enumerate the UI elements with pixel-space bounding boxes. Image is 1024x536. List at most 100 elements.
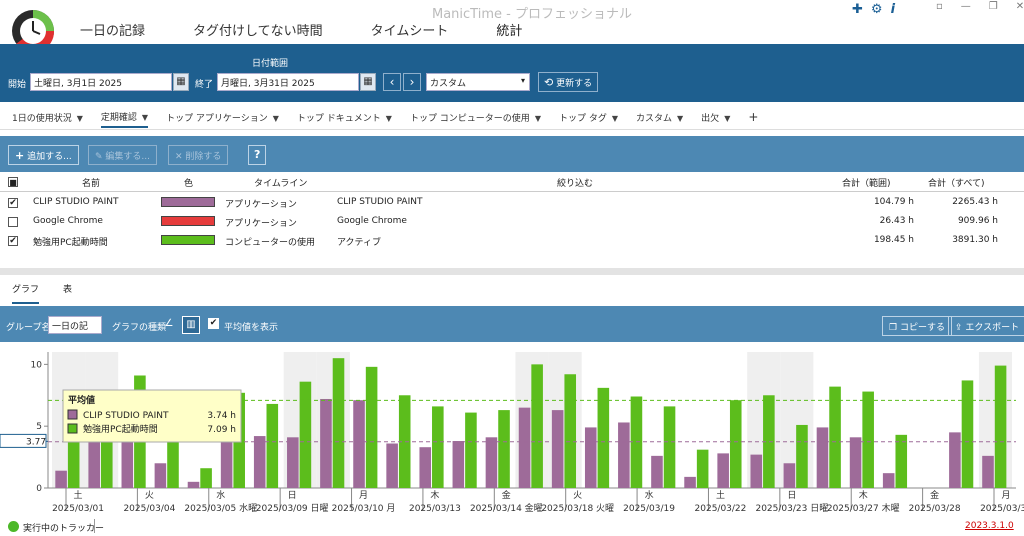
chevron-down-icon: ▼ xyxy=(76,113,83,123)
subtab-label: 定期確認 xyxy=(100,112,137,123)
chevron-down-icon: ▼ xyxy=(534,113,541,123)
line-chart-icon[interactable]: ∠ xyxy=(160,316,178,334)
subtab-periodic[interactable]: 定期確認 ▼ xyxy=(100,110,149,128)
subtab-label: カスタム xyxy=(636,113,673,124)
range-preset-select[interactable]: カスタム ▾ xyxy=(426,73,530,91)
row-color-swatch[interactable] xyxy=(161,216,215,226)
row-total-range: 104.79 h xyxy=(873,197,914,207)
subtab-label: トップ アプリケーション xyxy=(166,113,268,124)
tab-timesheet[interactable]: タイムシート xyxy=(371,20,449,39)
add-button[interactable]: + 追加する... xyxy=(8,145,79,165)
show-average-checkbox[interactable]: ✔ xyxy=(208,318,219,329)
chart-type-label: グラフの種類 xyxy=(112,323,167,333)
next-range-icon[interactable]: › xyxy=(403,73,421,91)
export-button[interactable]: ⇪ エクスポート xyxy=(948,316,1024,336)
bar-clip-studio xyxy=(88,441,100,488)
tab-graph[interactable]: グラフ xyxy=(12,282,40,304)
row-checkbox[interactable]: ✔ xyxy=(8,236,18,246)
row-name: 勉強用PC起動時間 xyxy=(33,238,108,248)
x-date-label: 2025/03/05 水曜 xyxy=(184,502,257,514)
delete-button[interactable]: ✕ 削除する xyxy=(168,145,229,165)
subtab-top-tags[interactable]: トップ タグ ▼ xyxy=(559,111,618,127)
x-day-label: 金 xyxy=(930,489,939,501)
bar-clip-studio xyxy=(220,434,233,488)
end-calendar-icon[interactable]: ▦ xyxy=(360,73,376,91)
row-total-range: 26.43 h xyxy=(879,216,914,226)
bar-clip-studio xyxy=(287,437,299,488)
group-select[interactable]: 一日の記 xyxy=(48,316,102,334)
row-total-all: 3891.30 h xyxy=(952,235,998,245)
row-checkbox[interactable] xyxy=(8,217,18,227)
tooltip-series-value: 3.74 h xyxy=(207,411,236,421)
col-name[interactable]: 名前 xyxy=(82,176,100,189)
add-subtab-icon[interactable]: + xyxy=(748,110,758,127)
maximize-icon[interactable]: ❐ xyxy=(989,1,998,12)
x-date-label: 2025/03/19 xyxy=(623,504,675,514)
tab-table[interactable]: 表 xyxy=(63,282,72,304)
x-date-label: 2025/03/28 xyxy=(909,504,961,514)
close-icon[interactable]: ✕ xyxy=(1016,1,1024,12)
graph-toolbar: グループ名 一日の記 グラフの種類 ∠ ▥ ✔ 平均値を表示 ❐ コピーする ⇪… xyxy=(0,306,1024,342)
x-date-label: 2025/03/04 xyxy=(123,504,175,514)
col-timeline[interactable]: タイムライン xyxy=(254,176,307,189)
x-date-label: 2025/03/01 xyxy=(52,504,104,514)
tracker-status-label[interactable]: 実行中のトラッカー xyxy=(23,521,104,534)
help-button[interactable]: ? xyxy=(248,145,267,165)
tab-daily-log[interactable]: 一日の記録 xyxy=(80,20,145,39)
row-color-swatch[interactable] xyxy=(161,235,215,245)
info-icon[interactable]: i xyxy=(891,2,895,17)
col-color[interactable]: 色 xyxy=(184,176,193,189)
bar-chart-icon[interactable]: ▥ xyxy=(182,316,200,334)
tab-untagged-time[interactable]: タグ付けしてない時間 xyxy=(193,20,323,39)
edit-button[interactable]: ✎ 編集する... xyxy=(88,145,158,165)
status-bar: 実行中のトラッカー 2023.3.1.0 xyxy=(0,516,1024,536)
version-link[interactable]: 2023.3.1.0 xyxy=(965,521,1014,531)
subtab-custom[interactable]: カスタム ▼ xyxy=(636,111,683,127)
subtab-top-computer-usage[interactable]: トップ コンピューターの使用 ▼ xyxy=(410,111,541,127)
x-date-label: 2025/03/09 日曜 xyxy=(256,503,329,514)
start-calendar-icon[interactable]: ▦ xyxy=(173,73,189,91)
gear-icon[interactable]: ⚙ xyxy=(871,2,883,17)
x-day-label: 月 xyxy=(1001,490,1010,501)
subtab-top-docs[interactable]: トップ ドキュメント ▼ xyxy=(297,111,392,127)
x-date-label: 2025/03/10 月 xyxy=(332,503,396,514)
table-row[interactable]: ✔ 勉強用PC起動時間 コンピューターの使用 アクティブ 198.45 h 3891.30… xyxy=(0,232,1024,251)
bar-clip-studio xyxy=(551,410,564,488)
bar-pc-uptime xyxy=(663,406,676,488)
col-filter[interactable]: 絞り込む xyxy=(557,176,593,189)
date-range-label: 日付範囲 xyxy=(252,59,289,69)
prev-range-icon[interactable]: ‹ xyxy=(383,73,401,91)
tab-statistics[interactable]: 統計 xyxy=(496,20,522,39)
report-subtabs: 1日の使用状況 ▼ 定期確認 ▼ トップ アプリケーション ▼ トップ ドキュメント ▼… xyxy=(0,108,1024,130)
puzzle-icon[interactable]: ✚ xyxy=(852,2,863,17)
copy-button[interactable]: ❐ コピーする xyxy=(882,316,952,336)
table-row[interactable]: ✔ CLIP STUDIO PAINT アプリケーション CLIP STUDIO PA… xyxy=(0,194,1024,213)
subtab-label: 出欠 xyxy=(701,113,720,124)
restore-icon[interactable]: — xyxy=(961,1,971,12)
chevron-down-icon: ▼ xyxy=(611,113,618,123)
row-color-swatch[interactable] xyxy=(161,197,215,207)
x-day-label: 水 xyxy=(645,489,654,501)
tooltip-title: 平均値 xyxy=(68,394,95,406)
bar-pc-uptime xyxy=(200,468,212,488)
table-row[interactable]: Google Chrome アプリケーション Google Chrome 26.43 … xyxy=(0,213,1024,232)
start-date-input[interactable]: 土曜日, 3月1日 2025 xyxy=(30,73,172,91)
end-date-input[interactable]: 月曜日, 3月31日 2025 xyxy=(217,73,359,91)
bar-clip-studio xyxy=(651,455,663,488)
row-checkbox[interactable]: ✔ xyxy=(8,198,18,208)
bar-clip-studio xyxy=(584,427,597,488)
subtab-top-apps[interactable]: トップ アプリケーション ▼ xyxy=(166,111,279,127)
range-preset-value: カスタム xyxy=(430,79,467,89)
update-button[interactable]: ⟲ 更新する xyxy=(538,72,599,92)
subtab-daily-usage[interactable]: 1日の使用状況 ▼ xyxy=(12,111,83,127)
select-all-checkbox[interactable]: ■ xyxy=(8,177,18,187)
splitter[interactable] xyxy=(0,268,1024,275)
pencil-icon: ✎ xyxy=(95,152,103,162)
x-icon: ✕ xyxy=(175,152,183,162)
col-total-all[interactable]: 合計（すべて) xyxy=(928,176,985,189)
minimize-icon[interactable]: ▫ xyxy=(936,1,943,12)
col-total-range[interactable]: 合計（範囲) xyxy=(842,176,891,189)
subtab-attendance[interactable]: 出欠 ▼ xyxy=(701,111,730,127)
usage-bar-chart: 0 5 10 3.77 土 火 水 日 月 木 金 火 水 土 日 木 金 月 2025/03/01 2025/03/… xyxy=(0,352,1024,514)
plus-icon: + xyxy=(15,149,25,162)
